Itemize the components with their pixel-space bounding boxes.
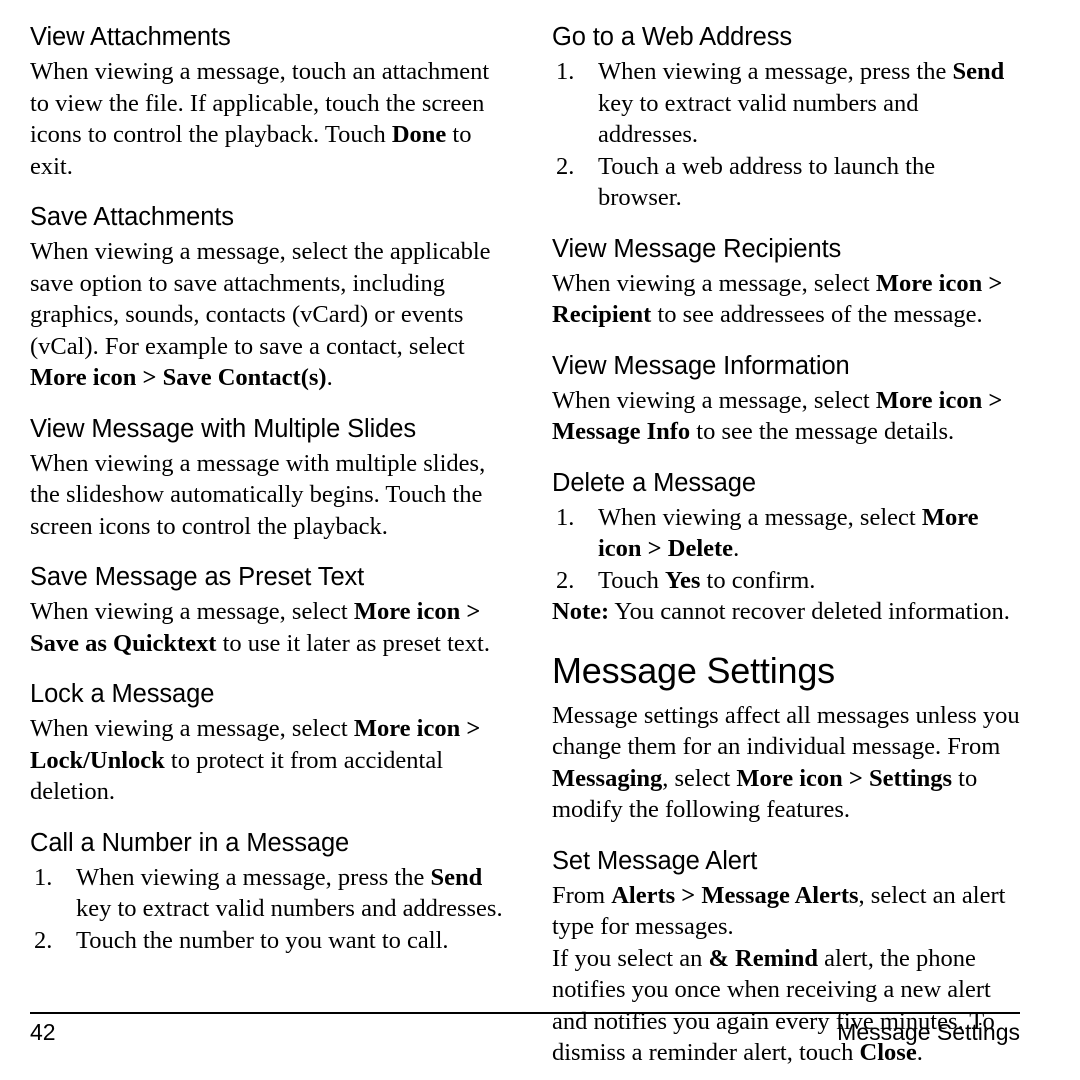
numbered-steps: When viewing a message, press the Send k… xyxy=(552,56,1024,214)
section-heading: Set Message Alert xyxy=(552,846,758,875)
step-item: When viewing a message, press the Send k… xyxy=(556,56,1005,148)
note-paragraph: Note: You cannot recover deleted informa… xyxy=(552,598,1010,625)
bold-run: Yes xyxy=(665,566,701,594)
running-head: Message Settings xyxy=(837,1019,1020,1045)
section-heading: View Attachments xyxy=(30,23,231,51)
section-heading: Call a Number in a Message xyxy=(30,828,350,857)
step-item: Touch the number to you want to call. xyxy=(34,925,449,956)
bold-run: More icon > Settings xyxy=(736,764,953,792)
bold-run: More icon > Save Contact(s) xyxy=(30,364,327,391)
section-heading: View Message with Multiple Slides xyxy=(30,414,416,443)
section-heading: Delete a Message xyxy=(552,468,756,497)
bold-run: Send xyxy=(430,863,483,891)
body-paragraph: When viewing a message, select More icon… xyxy=(552,269,1003,329)
body-paragraph: When viewing a message, touch an attachm… xyxy=(30,58,490,180)
body-paragraph: When viewing a message, select More icon… xyxy=(30,715,481,805)
bold-run: More icon > Lock/Unlock xyxy=(30,715,481,774)
bold-run: Alerts > Message Alerts xyxy=(611,881,859,909)
content-block: Save Message as Preset Text When viewing … xyxy=(30,562,512,659)
content-block: Message Settings Message settings affect … xyxy=(552,650,1024,826)
body-paragraph: When viewing a message, select More icon… xyxy=(552,386,1003,446)
left-column: View Attachments When viewing a message, … xyxy=(0,22,540,997)
right-column: Go to a Web Address When viewing a messag… xyxy=(540,22,1080,1066)
step-item: When viewing a message, press the Send k… xyxy=(34,862,503,923)
body-paragraph: From Alerts > Message Alerts, select an … xyxy=(552,881,1006,941)
content-block: View Message Recipients When viewing a me… xyxy=(552,234,1024,331)
body-paragraph: When viewing a message, select More icon… xyxy=(30,598,490,657)
numbered-steps: When viewing a message, press the Send k… xyxy=(30,862,512,957)
section-heading: Go to a Web Address xyxy=(552,23,793,51)
bold-run: Note: xyxy=(552,598,610,625)
footer-divider xyxy=(30,1012,1020,1014)
content-block: Go to a Web Address When viewing a messag… xyxy=(552,22,1024,214)
manual-page: View Attachments When viewing a message, … xyxy=(0,0,1080,1080)
section-heading: View Message Recipients xyxy=(552,234,842,263)
bold-run: More icon > Save as Quicktext xyxy=(30,598,481,657)
bold-run: More icon > Delete xyxy=(598,503,979,563)
bold-run: More icon > Recipient xyxy=(552,269,1003,329)
content-block: View Message Information When viewing a m… xyxy=(552,351,1024,448)
chapter-heading: Message Settings xyxy=(552,649,835,691)
content-block: Lock a Message When viewing a message, se… xyxy=(30,679,512,808)
page-number: 42 xyxy=(30,1019,56,1045)
body-paragraph: When viewing a message, select the appli… xyxy=(30,238,491,391)
section-heading: Lock a Message xyxy=(30,680,215,708)
step-item: Touch Yes to confirm. xyxy=(556,565,816,596)
bold-run: Messaging xyxy=(552,764,663,792)
footer-row: 42 Message Settings xyxy=(30,1018,1020,1046)
content-block: Delete a Message When viewing a message, … xyxy=(552,468,1024,628)
content-block: View Message with Multiple Slides When vi… xyxy=(30,414,512,543)
section-heading: View Message Information xyxy=(552,351,850,380)
bold-run: Done xyxy=(391,121,447,148)
content-block: View Attachments When viewing a message, … xyxy=(30,22,512,182)
section-heading: Save Message as Preset Text xyxy=(30,563,365,591)
body-paragraph: Message settings affect all messages unl… xyxy=(552,701,1020,824)
section-heading: Save Attachments xyxy=(30,203,234,231)
bold-run: More icon > Message Info xyxy=(552,386,1003,446)
content-block: Save Attachments When viewing a message, … xyxy=(30,202,512,394)
body-paragraph: When viewing a message with multiple sli… xyxy=(30,449,486,540)
step-item: Touch a web address to launch the browse… xyxy=(556,151,936,212)
bold-run: Send xyxy=(952,58,1005,85)
content-block: Call a Number in a Message When viewing a… xyxy=(30,828,512,957)
step-item: When viewing a message, select More icon… xyxy=(556,502,979,563)
page-footer: 42 Message Settings xyxy=(30,1012,1020,1058)
numbered-steps: When viewing a message, select More icon… xyxy=(552,502,1024,597)
bold-run: & Remind xyxy=(708,944,819,972)
two-column-body: View Attachments When viewing a message, … xyxy=(0,22,1080,1066)
